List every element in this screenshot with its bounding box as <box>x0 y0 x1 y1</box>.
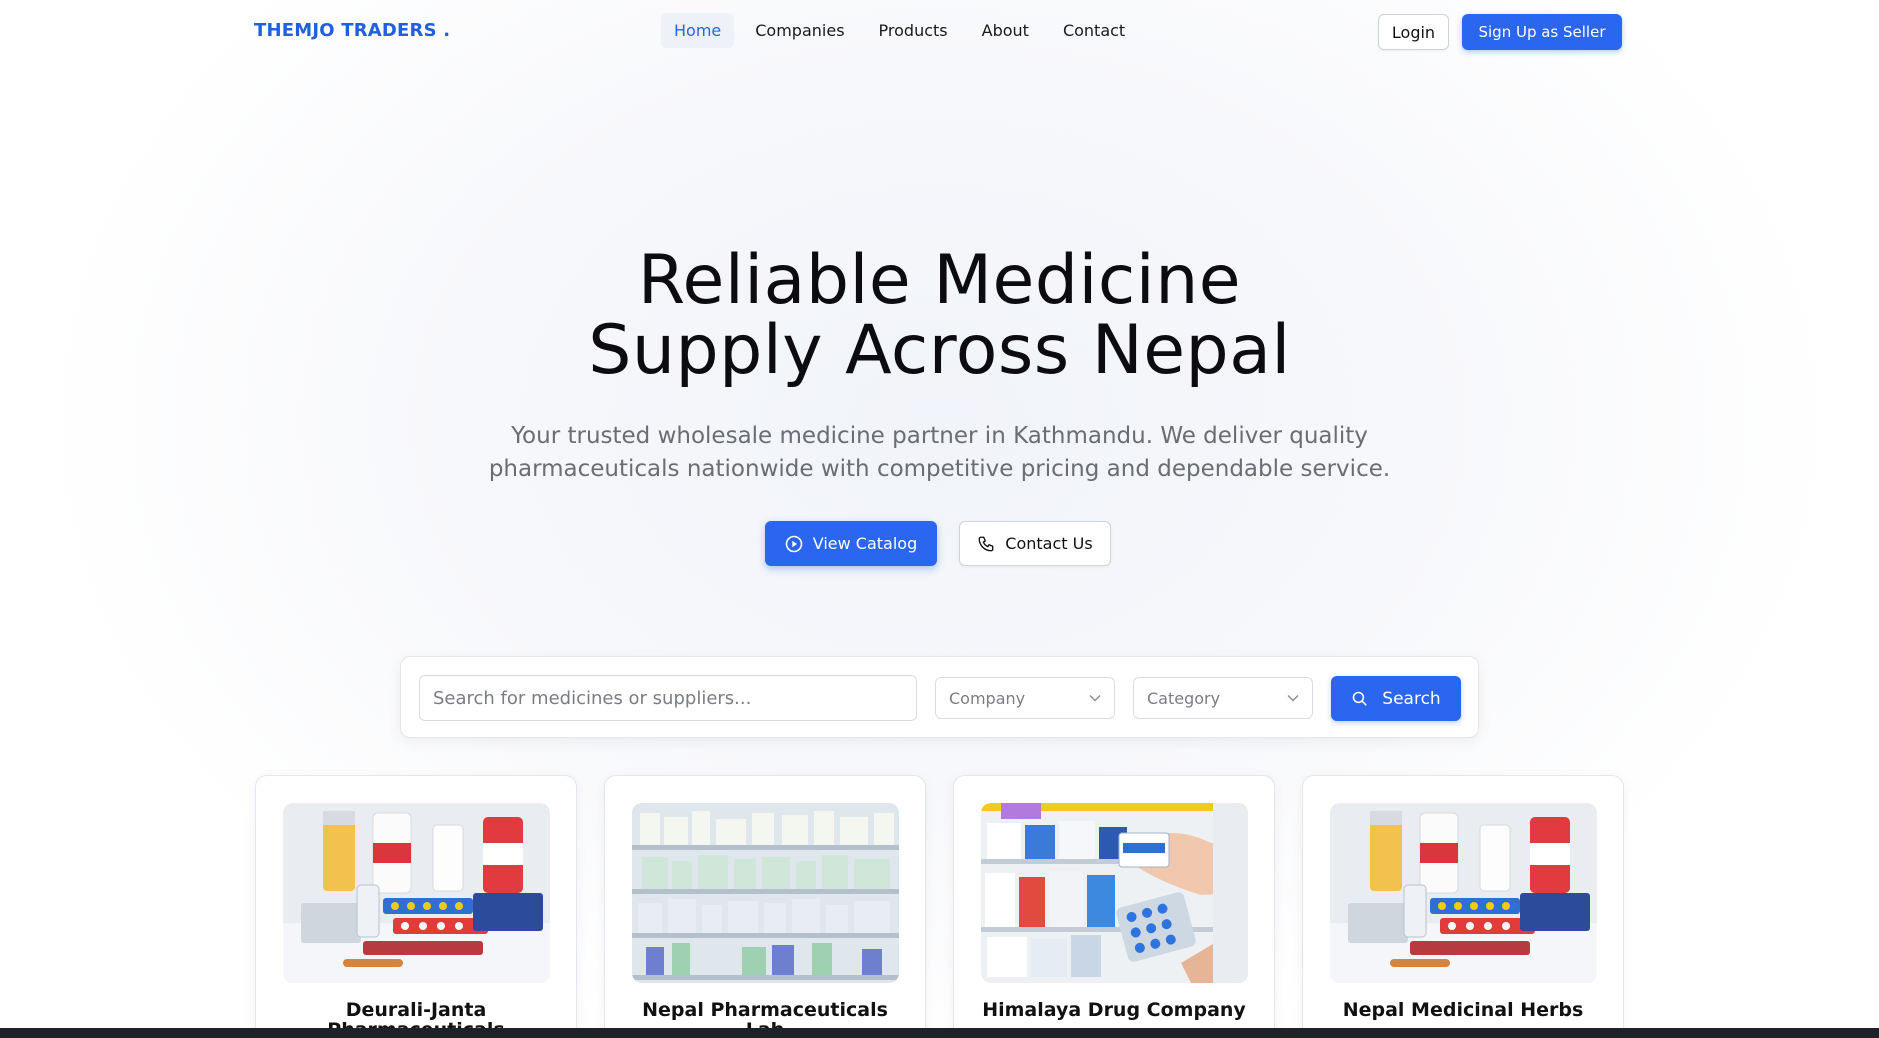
pharmacy-shelves-image <box>632 803 899 983</box>
hero-title-line-1: Reliable Medicine <box>637 241 1242 320</box>
login-button[interactable]: Login <box>1378 14 1449 50</box>
nav-link-contact[interactable]: Contact <box>1050 13 1138 48</box>
company-card[interactable]: Himalaya Drug Company <box>953 775 1275 1038</box>
chevron-down-icon <box>1287 694 1299 702</box>
nav-link-about[interactable]: About <box>969 13 1042 48</box>
nav-link-companies[interactable]: Companies <box>742 13 857 48</box>
medicine-bottles-image <box>283 803 550 983</box>
signup-seller-button[interactable]: Sign Up as Seller <box>1462 14 1622 50</box>
hand-medicine-boxes-image <box>981 803 1248 983</box>
company-cards: Deurali-Janta Pharmaceuticals Nepal Phar… <box>255 775 1624 1038</box>
contact-us-button[interactable]: Contact Us <box>959 521 1111 566</box>
phone-icon <box>977 535 995 553</box>
nav-link-home[interactable]: Home <box>661 13 735 48</box>
hero-subtitle-line-1: Your trusted wholesale medicine partner … <box>511 423 1368 449</box>
hero-actions: View Catalog Contact Us <box>765 521 1111 566</box>
chevron-down-icon <box>1089 694 1101 702</box>
medicine-bottles-image <box>1330 803 1597 983</box>
company-select[interactable]: Company <box>935 677 1115 719</box>
hero-subtitle: Your trusted wholesale medicine partner … <box>470 420 1409 486</box>
play-circle-icon <box>785 535 803 553</box>
nav-link-products[interactable]: Products <box>866 13 961 48</box>
company-card[interactable]: Deurali-Janta Pharmaceuticals <box>255 775 577 1038</box>
search-panel: Company Category Search <box>400 656 1479 738</box>
company-card[interactable]: Nepal Medicinal Herbs <box>1302 775 1624 1038</box>
top-navbar: THEMJO TRADERS . Home Companies Products… <box>0 0 1879 62</box>
company-name: Nepal Medicinal Herbs <box>1342 999 1584 1021</box>
nav-links: Home Companies Products About Contact <box>661 13 1138 48</box>
view-catalog-label: View Catalog <box>812 534 918 553</box>
contact-us-label: Contact Us <box>1005 534 1093 553</box>
search-input[interactable] <box>419 675 917 721</box>
company-name: Himalaya Drug Company <box>982 999 1246 1021</box>
company-select-value: Company <box>949 688 1026 708</box>
hero-subtitle-line-2: pharmaceuticals nationwide with competit… <box>488 456 1391 482</box>
view-catalog-button[interactable]: View Catalog <box>765 521 937 566</box>
brand-logo[interactable]: THEMJO TRADERS . <box>254 20 450 41</box>
category-select[interactable]: Category <box>1133 677 1313 719</box>
bottom-edge-bar <box>0 1028 1879 1038</box>
hero-title: Reliable Medicine Supply Across Nepal <box>0 246 1879 386</box>
category-select-value: Category <box>1147 688 1221 708</box>
search-icon <box>1351 690 1368 707</box>
company-card[interactable]: Nepal Pharmaceuticals Lab <box>604 775 926 1038</box>
search-button-label: Search <box>1382 688 1441 709</box>
search-button[interactable]: Search <box>1331 676 1461 721</box>
hero-title-line-2: Supply Across Nepal <box>588 311 1291 390</box>
